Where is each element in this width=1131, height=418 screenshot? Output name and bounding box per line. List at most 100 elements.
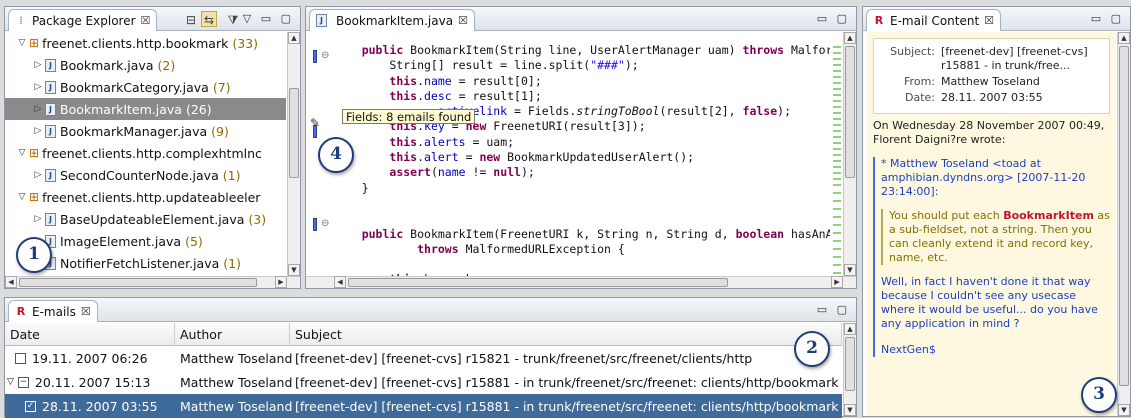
close-icon[interactable]: ☒ — [984, 14, 994, 27]
scroll-thumb[interactable] — [1119, 46, 1129, 386]
overview-marker[interactable] — [833, 216, 841, 218]
collapse-arrow-icon[interactable]: ▷ — [31, 214, 45, 224]
collapse-all-icon[interactable]: ⊟ — [183, 12, 199, 28]
annotation-marker[interactable] — [313, 50, 317, 63]
tree-item[interactable]: ▷ J BookmarkCategory.java (7) — [5, 76, 286, 98]
scroll-down-icon[interactable]: ▼ — [288, 264, 300, 276]
editor-vertical-scrollbar[interactable]: ▲ ▼ — [843, 32, 856, 276]
scroll-thumb[interactable] — [845, 337, 855, 391]
overview-marker[interactable] — [833, 52, 841, 54]
scroll-left-icon[interactable]: ◀ — [5, 276, 17, 288]
tree-item[interactable]: ▷ J Bookmark.java (2) — [5, 54, 286, 76]
scroll-down-icon[interactable]: ▼ — [844, 404, 856, 416]
overview-marker[interactable] — [833, 112, 841, 114]
annotation-marker[interactable] — [313, 218, 317, 231]
tree-item[interactable]: ▽ ⊞ freenet.clients.http.updateableeler — [5, 186, 286, 208]
expand-icon[interactable]: ▽ — [7, 377, 14, 387]
overview-marker[interactable] — [833, 118, 841, 120]
highlighted-term[interactable]: BookmarkItem — [1003, 209, 1094, 222]
checkbox[interactable]: − — [17, 376, 29, 388]
overview-marker[interactable] — [833, 264, 841, 266]
overview-marker[interactable] — [833, 178, 841, 180]
scroll-thumb[interactable] — [845, 46, 855, 178]
collapse-arrow-icon[interactable]: ▷ — [31, 170, 45, 180]
email-row[interactable]: ▽ −20.11. 2007 15:13 Matthew Toseland [free… — [5, 370, 842, 394]
scroll-right-icon[interactable]: ▶ — [831, 276, 843, 288]
overview-marker[interactable] — [833, 88, 841, 90]
scroll-down-icon[interactable]: ▼ — [844, 264, 856, 276]
overview-marker[interactable] — [833, 224, 841, 226]
overview-marker[interactable] — [833, 106, 841, 108]
fold-icon[interactable]: ⊖ — [321, 218, 329, 229]
editor-horizontal-scrollbar[interactable]: ◀ ▶ — [306, 276, 856, 288]
window-controls[interactable]: ▭ ▢ — [817, 12, 850, 25]
scroll-up-icon[interactable]: ▲ — [844, 323, 856, 335]
code-area[interactable]: public BookmarkItem(String line, UserAle… — [334, 32, 830, 276]
overview-marker[interactable] — [833, 240, 841, 242]
scroll-up-icon[interactable]: ▲ — [844, 32, 856, 44]
overview-ruler[interactable] — [831, 32, 842, 276]
overview-marker[interactable] — [833, 70, 841, 72]
email-content-scrollbar[interactable]: ▲ ▼ — [1117, 32, 1130, 416]
column-header-subject[interactable]: Subject — [290, 323, 842, 345]
expand-icon[interactable]: ▽ — [15, 38, 29, 48]
tab-email-content[interactable]: R E-mail Content ☒ — [866, 9, 1002, 31]
overview-marker[interactable] — [833, 142, 841, 144]
overview-marker[interactable] — [833, 148, 841, 150]
annotation-marker[interactable] — [313, 125, 317, 138]
scroll-up-icon[interactable]: ▲ — [288, 32, 300, 44]
email-row[interactable]: 19.11. 2007 06:26 Matthew Toseland [freene… — [5, 346, 842, 370]
overview-marker[interactable] — [833, 124, 841, 126]
window-controls[interactable]: ▭ ▢ — [1091, 12, 1124, 25]
overview-marker[interactable] — [833, 94, 841, 96]
tree-item[interactable]: ▷ J BookmarkManager.java (9) — [5, 120, 286, 142]
emails-vertical-scrollbar[interactable]: ▲ ▼ — [843, 323, 856, 416]
email-row[interactable]: ✓ 28.11. 2007 03:55 Matthew Toseland [freen… — [5, 394, 842, 418]
tab-package-explorer[interactable]: ⁞ Package Explorer ☒ — [8, 9, 158, 31]
overview-marker[interactable] — [833, 272, 841, 274]
column-header-date[interactable]: Date — [5, 323, 175, 345]
overview-marker[interactable] — [833, 248, 841, 250]
overview-marker[interactable] — [833, 64, 841, 66]
tree-item[interactable]: ▷ J BaseUpdateableElement.java (3) — [5, 208, 286, 230]
tree-horizontal-scrollbar[interactable]: ◀ ▶ — [5, 276, 300, 288]
overview-marker[interactable] — [833, 200, 841, 202]
overview-marker[interactable] — [833, 208, 841, 210]
tree-item[interactable]: ▷ J BookmarkItem.java (26) — [5, 98, 286, 120]
window-controls[interactable]: ▭ ▢ — [817, 303, 850, 316]
tree-item[interactable]: ▷ J SecondCounterNode.java (1) — [5, 164, 286, 186]
tree-item[interactable]: ▽ ⊞ freenet.clients.http.complexhtmlnc — [5, 142, 286, 164]
overview-marker[interactable] — [833, 100, 841, 102]
close-icon[interactable]: ☒ — [81, 305, 91, 318]
overview-marker[interactable] — [833, 76, 841, 78]
overview-marker[interactable] — [833, 154, 841, 156]
checkbox[interactable] — [15, 352, 26, 364]
scroll-down-icon[interactable]: ▼ — [1118, 404, 1130, 416]
link-with-editor-icon[interactable]: ⇆ — [201, 11, 217, 27]
overview-marker[interactable] — [833, 184, 841, 186]
overview-marker[interactable] — [833, 166, 841, 168]
collapse-arrow-icon[interactable]: ▷ — [31, 60, 45, 70]
filter-icon[interactable]: ⧩ — [225, 12, 241, 28]
collapse-arrow-icon[interactable]: ▷ — [31, 104, 45, 114]
fold-icon[interactable]: ⊖ — [321, 50, 329, 61]
tree-item[interactable]: ▽ ⊞ freenet.clients.http.bookmark (33) — [5, 32, 286, 54]
scroll-right-icon[interactable]: ▶ — [275, 276, 287, 288]
overview-marker[interactable] — [833, 172, 841, 174]
tab-emails[interactable]: R E-mails ☒ — [8, 300, 98, 322]
checkbox[interactable]: ✓ — [25, 400, 36, 412]
overview-marker[interactable] — [833, 58, 841, 60]
scroll-left-icon[interactable]: ◀ — [334, 276, 346, 288]
scroll-up-icon[interactable]: ▲ — [1118, 32, 1130, 44]
collapse-arrow-icon[interactable]: ▷ — [31, 82, 45, 92]
overview-marker[interactable] — [833, 130, 841, 132]
overview-marker[interactable] — [833, 82, 841, 84]
scroll-thumb[interactable] — [289, 88, 299, 178]
tree-vertical-scrollbar[interactable]: ▲ ▼ — [287, 32, 300, 276]
expand-icon[interactable]: ▽ — [15, 192, 29, 202]
overview-marker[interactable] — [833, 192, 841, 194]
scroll-thumb-horizontal[interactable] — [348, 278, 728, 287]
close-icon[interactable]: ☒ — [458, 14, 468, 27]
overview-marker[interactable] — [833, 46, 841, 48]
overview-marker[interactable] — [833, 256, 841, 258]
